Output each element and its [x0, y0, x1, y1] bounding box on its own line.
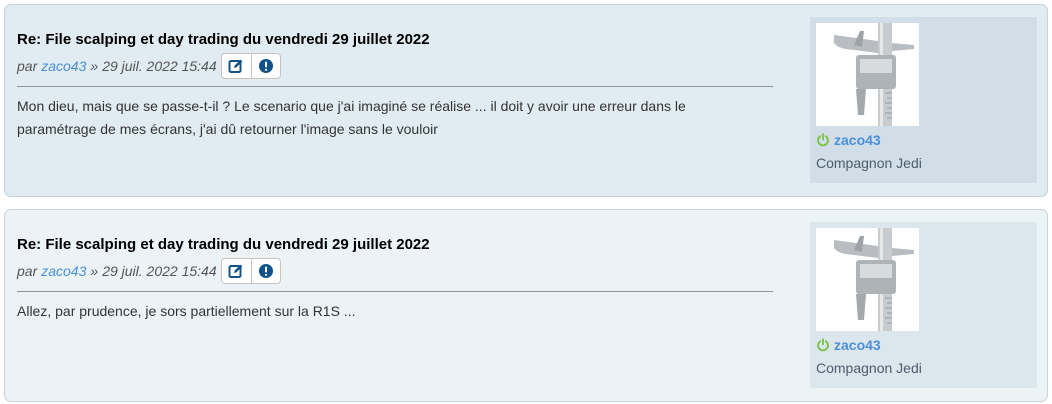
post-profile: zaco43 Compagnon Jedi [810, 17, 1037, 183]
post-meta: par zaco43 » 29 juil. 2022 15:44 [17, 258, 773, 284]
edit-button[interactable] [222, 259, 251, 283]
post-divider [17, 86, 773, 87]
profile-username[interactable]: zaco43 [816, 337, 881, 353]
forum-post: Re: File scalping et day trading du vend… [4, 4, 1048, 197]
post-content: Allez, par prudence, je sors partielleme… [17, 303, 356, 319]
post-buttons [220, 53, 281, 79]
forum-post: Re: File scalping et day trading du vend… [4, 209, 1048, 402]
edit-icon [228, 59, 243, 73]
post-title[interactable]: Re: File scalping et day trading du vend… [17, 31, 773, 49]
post-title[interactable]: Re: File scalping et day trading du vend… [17, 236, 773, 254]
meta-prefix: par [17, 263, 38, 279]
meta-separator: » [90, 263, 99, 279]
report-icon [258, 264, 273, 278]
post-divider [17, 291, 773, 292]
edit-button[interactable] [222, 54, 251, 78]
avatar[interactable] [816, 228, 919, 331]
post-date: 29 juil. 2022 15:44 [102, 58, 217, 74]
post-profile: zaco43 Compagnon Jedi [810, 222, 1037, 388]
report-button[interactable] [250, 259, 280, 283]
meta-prefix: par [17, 58, 38, 74]
post-body: Re: File scalping et day trading du vend… [17, 31, 773, 141]
post-buttons [220, 258, 281, 284]
profile-username-text[interactable]: zaco43 [834, 132, 881, 148]
caliper-avatar-image [816, 23, 919, 126]
post-author-link[interactable]: zaco43 [41, 58, 86, 74]
post-content: Mon dieu, mais que se passe-t-il ? Le sc… [17, 98, 686, 137]
post-date: 29 juil. 2022 15:44 [102, 263, 217, 279]
post-meta: par zaco43 » 29 juil. 2022 15:44 [17, 53, 773, 79]
profile-username-text[interactable]: zaco43 [834, 337, 881, 353]
caliper-avatar-image [816, 228, 919, 331]
post-author-link[interactable]: zaco43 [41, 263, 86, 279]
avatar[interactable] [816, 23, 919, 126]
profile-rank: Compagnon Jedi [816, 155, 922, 171]
report-icon [258, 59, 273, 73]
edit-icon [228, 264, 243, 278]
report-button[interactable] [250, 54, 280, 78]
profile-rank: Compagnon Jedi [816, 360, 922, 376]
power-icon [817, 338, 829, 352]
post-body: Re: File scalping et day trading du vend… [17, 236, 773, 323]
power-icon [817, 133, 829, 147]
profile-username[interactable]: zaco43 [816, 132, 881, 148]
meta-separator: » [90, 58, 99, 74]
